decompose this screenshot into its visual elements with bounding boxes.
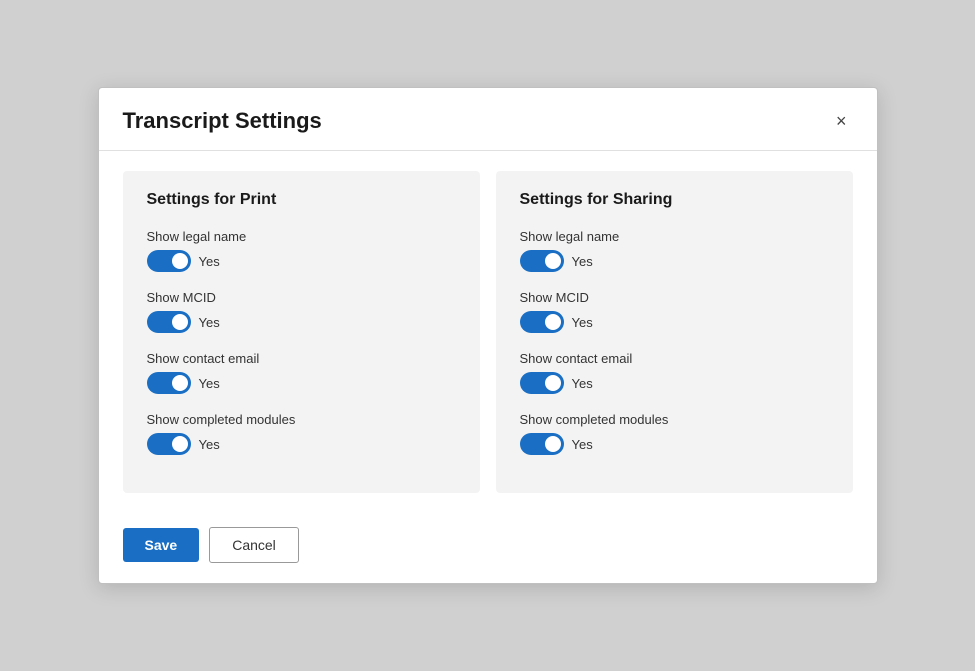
sharing-contact-email-row: Show contact email Yes bbox=[520, 351, 829, 394]
dialog-header: Transcript Settings × bbox=[99, 88, 877, 151]
print-mcid-label: Show MCID bbox=[147, 290, 456, 305]
print-completed-modules-toggle-row: Yes bbox=[147, 433, 456, 455]
sharing-mcid-toggle[interactable] bbox=[520, 311, 564, 333]
sharing-mcid-label: Show MCID bbox=[520, 290, 829, 305]
print-contact-email-label: Show contact email bbox=[147, 351, 456, 366]
close-button[interactable]: × bbox=[830, 110, 853, 132]
print-settings-panel: Settings for Print Show legal name Yes S… bbox=[123, 171, 480, 493]
dialog-overlay: Transcript Settings × Settings for Print… bbox=[0, 0, 975, 671]
sharing-settings-panel: Settings for Sharing Show legal name Yes… bbox=[496, 171, 853, 493]
print-mcid-toggle-row: Yes bbox=[147, 311, 456, 333]
print-legal-name-label: Show legal name bbox=[147, 229, 456, 244]
sharing-legal-name-row: Show legal name Yes bbox=[520, 229, 829, 272]
print-completed-modules-label: Show completed modules bbox=[147, 412, 456, 427]
sharing-completed-modules-toggle[interactable] bbox=[520, 433, 564, 455]
sharing-contact-email-label: Show contact email bbox=[520, 351, 829, 366]
print-completed-modules-toggle[interactable] bbox=[147, 433, 191, 455]
print-mcid-yes-label: Yes bbox=[199, 315, 220, 330]
print-contact-email-toggle[interactable] bbox=[147, 372, 191, 394]
sharing-mcid-row: Show MCID Yes bbox=[520, 290, 829, 333]
cancel-button[interactable]: Cancel bbox=[209, 527, 299, 563]
sharing-mcid-yes-label: Yes bbox=[572, 315, 593, 330]
print-legal-name-yes-label: Yes bbox=[199, 254, 220, 269]
sharing-contact-email-toggle-row: Yes bbox=[520, 372, 829, 394]
sharing-mcid-toggle-row: Yes bbox=[520, 311, 829, 333]
dialog-body: Settings for Print Show legal name Yes S… bbox=[99, 151, 877, 513]
print-contact-email-toggle-row: Yes bbox=[147, 372, 456, 394]
sharing-completed-modules-label: Show completed modules bbox=[520, 412, 829, 427]
dialog-title: Transcript Settings bbox=[123, 108, 322, 134]
print-legal-name-toggle[interactable] bbox=[147, 250, 191, 272]
sharing-legal-name-label: Show legal name bbox=[520, 229, 829, 244]
sharing-completed-modules-yes-label: Yes bbox=[572, 437, 593, 452]
transcript-settings-dialog: Transcript Settings × Settings for Print… bbox=[98, 87, 878, 584]
print-legal-name-toggle-row: Yes bbox=[147, 250, 456, 272]
sharing-legal-name-toggle[interactable] bbox=[520, 250, 564, 272]
sharing-legal-name-toggle-row: Yes bbox=[520, 250, 829, 272]
sharing-completed-modules-row: Show completed modules Yes bbox=[520, 412, 829, 455]
sharing-contact-email-toggle[interactable] bbox=[520, 372, 564, 394]
print-mcid-toggle[interactable] bbox=[147, 311, 191, 333]
sharing-contact-email-yes-label: Yes bbox=[572, 376, 593, 391]
save-button[interactable]: Save bbox=[123, 528, 200, 562]
print-mcid-row: Show MCID Yes bbox=[147, 290, 456, 333]
dialog-footer: Save Cancel bbox=[99, 513, 877, 583]
print-completed-modules-yes-label: Yes bbox=[199, 437, 220, 452]
sharing-completed-modules-toggle-row: Yes bbox=[520, 433, 829, 455]
print-contact-email-yes-label: Yes bbox=[199, 376, 220, 391]
print-completed-modules-row: Show completed modules Yes bbox=[147, 412, 456, 455]
print-contact-email-row: Show contact email Yes bbox=[147, 351, 456, 394]
sharing-panel-title: Settings for Sharing bbox=[520, 191, 829, 209]
print-panel-title: Settings for Print bbox=[147, 191, 456, 209]
print-legal-name-row: Show legal name Yes bbox=[147, 229, 456, 272]
sharing-legal-name-yes-label: Yes bbox=[572, 254, 593, 269]
